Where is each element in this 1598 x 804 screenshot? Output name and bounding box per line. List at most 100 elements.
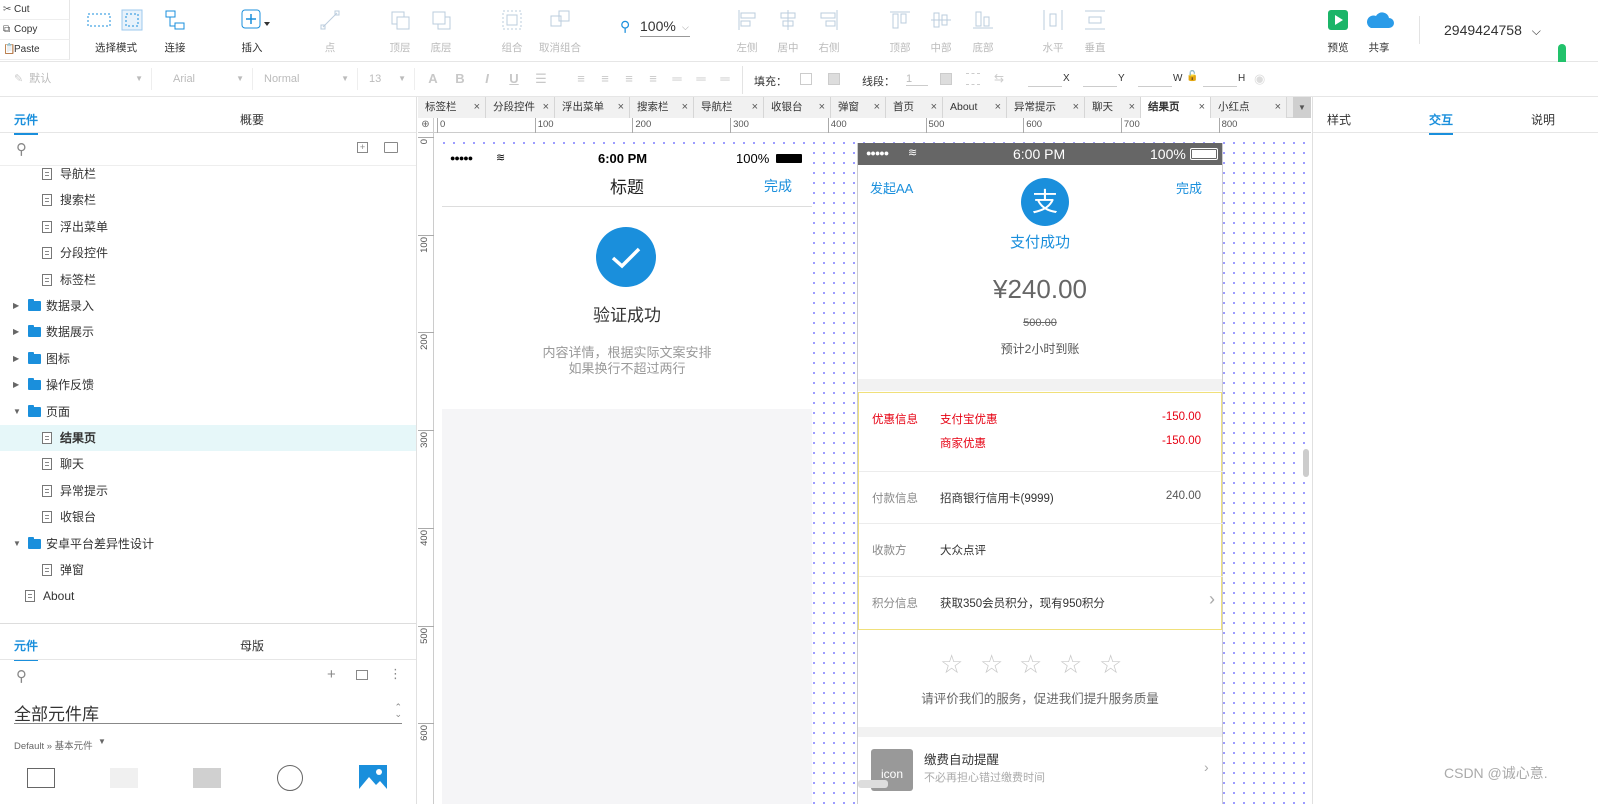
- bold-icon[interactable]: B: [449, 68, 471, 90]
- chevron-right-icon[interactable]: ›: [1204, 759, 1209, 775]
- document-tab[interactable]: 分段控件 ×: [486, 97, 555, 118]
- document-tab[interactable]: 导航栏 ×: [694, 97, 764, 118]
- star-icon[interactable]: ☆: [1099, 649, 1122, 680]
- font-color-icon[interactable]: A: [422, 68, 444, 90]
- widget-ellipse[interactable]: [277, 765, 303, 791]
- align-right-text-icon[interactable]: ≡: [618, 68, 640, 90]
- font-family-select[interactable]: Arial ▼: [163, 68, 253, 90]
- close-icon[interactable]: ×: [931, 97, 937, 118]
- send-to-back-button[interactable]: 底层: [411, 6, 471, 56]
- library-breadcrumb[interactable]: Default » 基本元件: [14, 738, 93, 752]
- close-icon[interactable]: ×: [1129, 97, 1135, 118]
- tree-page-item[interactable]: 浮出菜单: [0, 214, 416, 240]
- tree-folder[interactable]: ▼ 安卓平台差异性设计: [0, 531, 416, 557]
- tree-page-item[interactable]: 结果页: [0, 425, 416, 451]
- caret-right-icon[interactable]: ▶: [13, 372, 19, 398]
- tree-page-item[interactable]: 导航栏: [0, 161, 416, 187]
- import-library-icon[interactable]: [356, 670, 368, 680]
- cut-button[interactable]: ✂ Cut: [0, 0, 70, 20]
- close-icon[interactable]: ×: [543, 97, 549, 118]
- visibility-eye-icon[interactable]: ◉: [1254, 71, 1265, 87]
- widget-placeholder[interactable]: [110, 768, 138, 788]
- connect-button[interactable]: 连接: [145, 6, 205, 56]
- caret-down-icon[interactable]: ▼: [13, 531, 21, 557]
- widget-rectangle[interactable]: [27, 768, 55, 788]
- document-tab[interactable]: 小红点 ×: [1211, 97, 1287, 118]
- add-folder-icon[interactable]: [384, 142, 398, 153]
- search-icon[interactable]: ⚲: [16, 140, 27, 158]
- star-icon[interactable]: ☆: [1019, 649, 1042, 680]
- close-icon[interactable]: ×: [819, 97, 825, 118]
- justify-text-icon[interactable]: ≡: [642, 68, 664, 90]
- tree-page-item[interactable]: 标签栏: [0, 267, 416, 293]
- align-bottom-button[interactable]: 底部: [953, 6, 1013, 56]
- document-tab[interactable]: 浮出菜单 ×: [555, 97, 630, 118]
- x-input[interactable]: [1028, 73, 1062, 87]
- caret-right-icon[interactable]: ▶: [13, 346, 19, 372]
- share-button[interactable]: 共享: [1349, 6, 1409, 56]
- line-style-icon[interactable]: [966, 73, 980, 85]
- close-icon[interactable]: ×: [682, 97, 688, 118]
- document-tab[interactable]: 聊天 ×: [1085, 97, 1141, 118]
- align-right-button[interactable]: 右侧: [799, 6, 859, 56]
- arrow-style-icon[interactable]: ⇆: [994, 71, 1004, 85]
- tabs-dropdown-button[interactable]: ▼: [1293, 97, 1311, 118]
- italic-icon[interactable]: I: [476, 68, 498, 90]
- close-icon[interactable]: ×: [474, 97, 480, 118]
- underline-icon[interactable]: U: [503, 68, 525, 90]
- tab-library-widgets[interactable]: 元件: [14, 637, 39, 661]
- tree-folder[interactable]: ▶ 操作反馈: [0, 372, 416, 398]
- document-tab[interactable]: 异常提示 ×: [1007, 97, 1085, 118]
- close-icon[interactable]: ×: [1199, 97, 1205, 118]
- star-icon[interactable]: ☆: [980, 649, 1003, 680]
- tree-page-item[interactable]: 搜索栏: [0, 187, 416, 213]
- document-tab[interactable]: 标签栏 ×: [418, 97, 486, 118]
- align-left-text-icon[interactable]: ≡: [570, 68, 592, 90]
- lock-icon[interactable]: 🔓: [1186, 71, 1198, 82]
- w-input[interactable]: [1138, 73, 1172, 87]
- document-tab[interactable]: 搜索栏 ×: [630, 97, 694, 118]
- add-page-icon[interactable]: +: [357, 142, 368, 153]
- document-tab[interactable]: About ×: [943, 97, 1007, 118]
- ruler-corner-icon[interactable]: ⊕: [418, 118, 434, 133]
- list-icon[interactable]: ☰: [530, 68, 552, 90]
- h-input[interactable]: [1203, 73, 1237, 87]
- close-icon[interactable]: ×: [874, 97, 880, 118]
- tree-page-item[interactable]: 异常提示: [0, 478, 416, 504]
- tree-folder[interactable]: ▶ 数据展示: [0, 319, 416, 345]
- distribute-vertical-button[interactable]: 垂直: [1065, 6, 1125, 56]
- fill-shadow-swatch[interactable]: [828, 73, 840, 85]
- caret-right-icon[interactable]: ▶: [13, 293, 19, 319]
- more-options-icon[interactable]: ⋮: [389, 666, 402, 682]
- tab-widgets[interactable]: 元件: [14, 111, 39, 135]
- close-icon[interactable]: ×: [618, 97, 624, 118]
- tree-folder[interactable]: ▶ 图标: [0, 346, 416, 372]
- valign-top-icon[interactable]: ═: [666, 68, 688, 90]
- caret-down-icon[interactable]: ▼: [13, 399, 21, 425]
- star-icon[interactable]: ☆: [1059, 649, 1082, 680]
- tree-page-item[interactable]: 收银台: [0, 504, 416, 530]
- document-tab[interactable]: 结果页 ×: [1141, 97, 1211, 118]
- tree-page-item[interactable]: About: [0, 583, 416, 609]
- font-size-select[interactable]: 13 ▼: [359, 68, 415, 90]
- ungroup-button[interactable]: 取消组合: [530, 6, 590, 56]
- tab-interaction[interactable]: 交互: [1429, 111, 1454, 135]
- library-select[interactable]: 全部元件库 ⌃ ⌄: [14, 700, 402, 724]
- copy-button[interactable]: ⧉ Copy: [0, 20, 70, 40]
- tree-page-item[interactable]: 分段控件: [0, 240, 416, 266]
- tree-folder[interactable]: ▶ 数据录入: [0, 293, 416, 319]
- horizontal-scrollbar[interactable]: [858, 780, 888, 788]
- canvas-vertical-scrollbar[interactable]: [1303, 449, 1309, 477]
- valign-bottom-icon[interactable]: ═: [714, 68, 736, 90]
- library-search-icon[interactable]: ⚲: [16, 667, 27, 685]
- caret-right-icon[interactable]: ▶: [13, 319, 19, 345]
- tab-masters[interactable]: 母版: [240, 637, 264, 654]
- tree-page-item[interactable]: 弹窗: [0, 557, 416, 583]
- phone-verification-success[interactable]: ●●●●● ≋ 6:00 PM 100% 标题 完成 验证成功 内容详情，根据实…: [442, 145, 812, 804]
- done-button[interactable]: 完成: [764, 176, 792, 196]
- widget-button-shape[interactable]: [193, 768, 221, 788]
- line-width-input[interactable]: 1: [906, 73, 928, 86]
- select-mode-button[interactable]: 选择模式: [86, 6, 146, 56]
- align-center-text-icon[interactable]: ≡: [594, 68, 616, 90]
- valign-middle-icon[interactable]: ═: [690, 68, 712, 90]
